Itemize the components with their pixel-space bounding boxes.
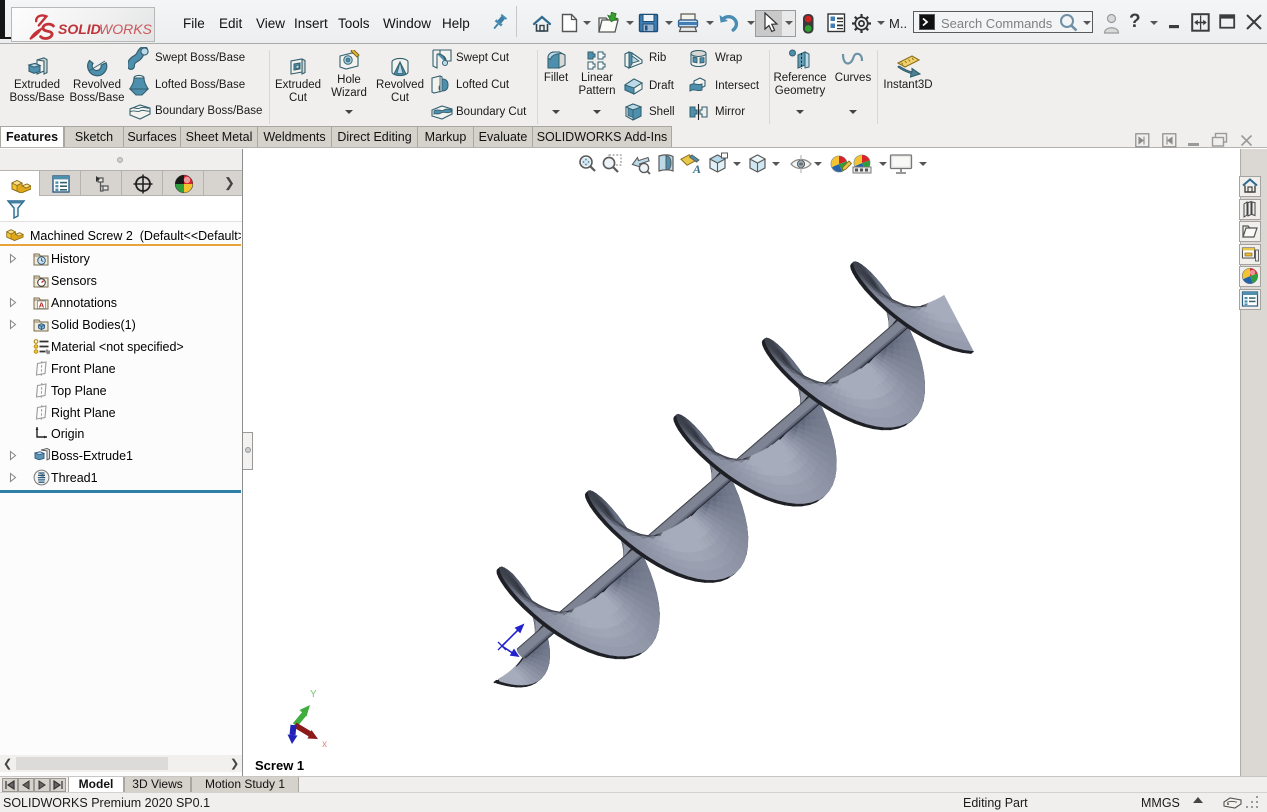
svg-text:A: A — [692, 162, 701, 175]
svg-text:SOLID: SOLID — [58, 21, 101, 37]
svg-text:x: x — [322, 739, 327, 749]
svg-text:Y: Y — [310, 689, 317, 700]
svg-text:WORKS: WORKS — [99, 21, 153, 37]
svg-text:A: A — [39, 301, 45, 310]
